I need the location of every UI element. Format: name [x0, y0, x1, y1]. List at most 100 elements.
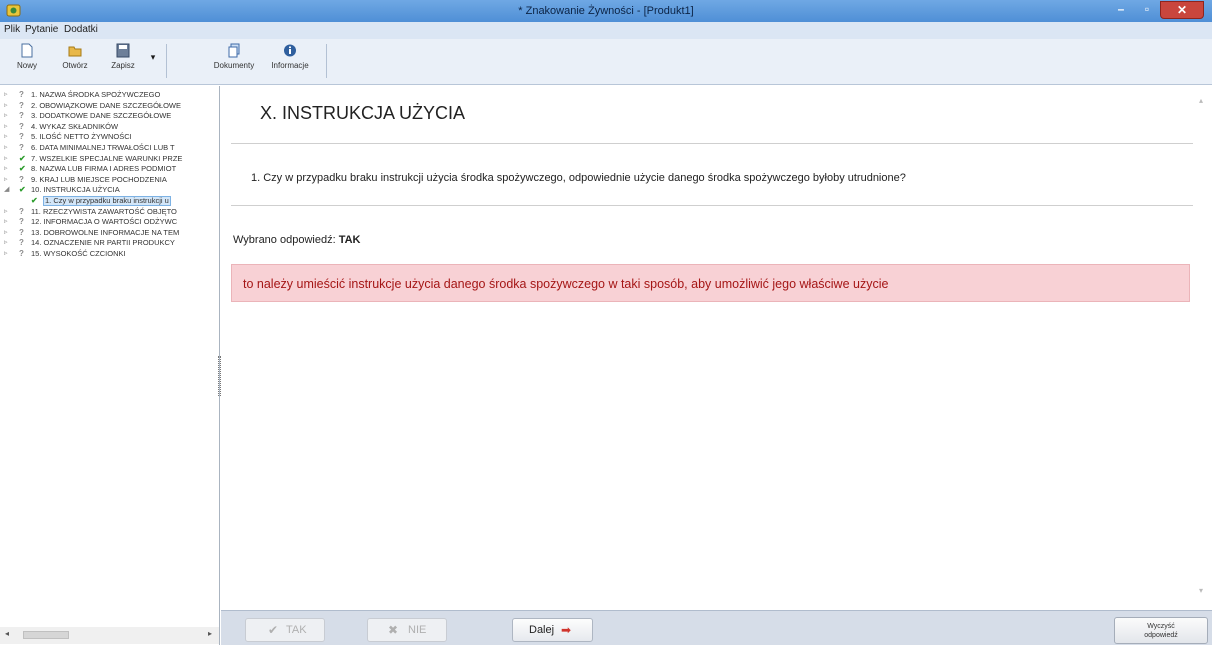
question-mark-icon: ? — [19, 132, 24, 142]
expand-toggle-icon[interactable]: ▹ — [4, 122, 12, 132]
question-text: 1. Czy w przypadku braku instrukcji użyc… — [251, 172, 906, 184]
tree-item-label: 2. OBOWIĄZKOWE DANE SZCZEGÓŁOWE — [31, 100, 182, 110]
tree-item[interactable]: ▹ ✔ 8. NAZWA LUB FIRMA I ADRES PODMIOT — [0, 164, 219, 174]
expand-toggle-icon[interactable]: ▹ — [4, 228, 12, 238]
scroll-up-icon[interactable]: ▴ — [1199, 96, 1203, 105]
tree-item-label: 8. NAZWA LUB FIRMA I ADRES PODMIOT — [31, 164, 177, 174]
question-mark-icon: ? — [19, 206, 24, 216]
documents-button[interactable]: Dokumenty — [206, 43, 262, 79]
menu-pytanie[interactable]: Pytanie — [25, 24, 58, 35]
tree-item[interactable]: ▹? 15. WYSOKOŚĆ CZCIONKI — [0, 249, 219, 259]
open-button[interactable]: Otwórz — [54, 43, 96, 79]
title-bar: * Znakowanie Żywności - [Produkt1] – ▫ ✕ — [0, 0, 1212, 22]
open-folder-icon — [68, 46, 82, 57]
check-icon: ✔ — [31, 196, 38, 205]
close-button[interactable]: ✕ — [1160, 1, 1204, 19]
window-title: * Znakowanie Żywności - [Produkt1] — [518, 5, 694, 17]
expand-toggle-icon[interactable]: ▹ — [4, 164, 12, 174]
tree-item[interactable]: ▹? 9. KRAJ LUB MIEJSCE POCHODZENIA — [0, 174, 219, 185]
content-vertical-scrollbar[interactable]: ▴ ▾ — [1194, 86, 1212, 610]
expand-toggle-icon[interactable]: ▹ — [4, 249, 12, 259]
check-icon: ✔ — [19, 185, 26, 195]
tree-item-label: 5. ILOŚĆ NETTO ŻYWNOŚCI — [31, 132, 132, 142]
question-mark-icon: ? — [19, 100, 24, 110]
tree-item-label: 10. INSTRUKCJA UŻYCIA — [31, 185, 120, 195]
new-button[interactable]: Nowy — [6, 43, 48, 79]
expand-toggle-icon[interactable]: ▹ — [4, 154, 12, 164]
check-icon: ✔ — [19, 164, 26, 174]
scroll-left-icon[interactable]: ◂ — [5, 629, 9, 638]
tree-horizontal-scrollbar[interactable]: ◂ ▸ — [0, 627, 219, 644]
minimize-button[interactable]: – — [1108, 1, 1134, 19]
tree-item[interactable]: ▹? 6. DATA MINIMALNEJ TRWAŁOŚCI LUB T — [0, 143, 219, 153]
tree-item[interactable]: ▹? 12. INFORMACJA O WARTOŚCI ODŻYWC — [0, 217, 219, 227]
question-mark-icon: ? — [19, 111, 24, 121]
tree-item-label: 13. DOBROWOLNE INFORMACJE NA TEM — [31, 227, 180, 237]
maximize-button[interactable]: ▫ — [1134, 1, 1160, 19]
nie-button[interactable]: ✖ NIE — [367, 618, 447, 642]
question-mark-icon: ? — [19, 121, 24, 131]
tree-item-label: 12. INFORMACJA O WARTOŚCI ODŻYWC — [31, 217, 178, 227]
content-pane: X. INSTRUKCJA UŻYCIA 1. Czy w przypadku … — [221, 86, 1212, 610]
scroll-right-icon[interactable]: ▸ — [208, 629, 212, 638]
answer-label: Wybrano odpowiedź: — [233, 234, 339, 246]
arrow-right-icon: ➡ — [561, 623, 572, 637]
new-document-icon — [21, 43, 33, 58]
question-mark-icon: ? — [19, 238, 24, 248]
tree-item-label: 9. KRAJ LUB MIEJSCE POCHODZENIA — [31, 174, 167, 184]
tree-item-label: 3. DODATKOWE DANE SZCZEGÓŁOWE — [31, 111, 172, 121]
menu-dodatki[interactable]: Dodatki — [64, 24, 98, 35]
scrollbar-thumb[interactable] — [23, 631, 69, 639]
expand-toggle-icon[interactable]: ▹ — [4, 111, 12, 121]
question-mark-icon: ? — [19, 249, 24, 258]
save-icon — [116, 43, 130, 58]
tree-item[interactable]: ▹? 2. OBOWIĄZKOWE DANE SZCZEGÓŁOWE — [0, 100, 219, 111]
clear-answer-button[interactable]: Wyczyść odpowiedź — [1114, 617, 1208, 644]
scroll-down-icon[interactable]: ▾ — [1199, 586, 1203, 595]
tree-item[interactable]: ▹? 3. DODATKOWE DANE SZCZEGÓŁOWE — [0, 111, 219, 121]
tree-item-label: 11. RZECZYWISTA ZAWARTOŚĆ OBJĘTO — [31, 206, 177, 216]
menu-plik[interactable]: Plik — [4, 24, 20, 35]
toolbar-separator — [326, 44, 327, 78]
tree-item[interactable]: ▹? 1. NAZWA ŚRODKA SPOŻYWCZEGO — [0, 90, 219, 100]
expand-toggle-icon[interactable]: ◢ — [4, 185, 12, 195]
divider — [231, 205, 1193, 206]
expand-toggle-icon[interactable]: ▹ — [4, 207, 12, 217]
expand-toggle-icon[interactable]: ▹ — [4, 143, 12, 153]
info-button[interactable]: Informacje — [262, 43, 318, 79]
divider — [231, 143, 1193, 144]
tree-item[interactable]: ▹? 13. DOBROWOLNE INFORMACJE NA TEM — [0, 227, 219, 238]
result-banner: to należy umieścić instrukcje użycia dan… — [231, 264, 1190, 302]
cross-icon: ✖ — [388, 623, 399, 637]
expand-toggle-icon[interactable]: ▹ — [4, 175, 12, 185]
tree-item[interactable]: ◢ ✔ 10. INSTRUKCJA UŻYCIA — [0, 185, 219, 195]
tree-item[interactable]: ▹? 5. ILOŚĆ NETTO ŻYWNOŚCI — [0, 132, 219, 142]
question-mark-icon: ? — [19, 143, 24, 152]
info-icon — [284, 44, 296, 57]
tree-item-label: 1. Czy w przypadku braku instrukcji u — [43, 196, 171, 206]
expand-toggle-icon[interactable]: ▹ — [4, 238, 12, 248]
save-button[interactable]: Zapisz — [102, 43, 144, 79]
expand-toggle-icon[interactable]: ▹ — [4, 217, 12, 227]
tak-button[interactable]: ✔ TAK — [245, 618, 325, 642]
check-icon: ✔ — [19, 153, 26, 163]
result-text: to należy umieścić instrukcje użycia dan… — [243, 277, 889, 291]
expand-toggle-icon[interactable]: ▹ — [4, 132, 12, 142]
tree-item[interactable]: ▹? 4. WYKAZ SKŁADNIKÓW — [0, 121, 219, 132]
question-mark-icon: ? — [19, 174, 24, 184]
dalej-button[interactable]: Dalej ➡ — [512, 618, 593, 642]
save-dropdown[interactable]: ▾ — [146, 52, 160, 88]
expand-toggle-icon[interactable]: ▹ — [4, 101, 12, 111]
question-mark-icon: ? — [19, 90, 24, 99]
expand-toggle-icon[interactable]: ▹ — [4, 90, 12, 100]
tree-item-label: 1. NAZWA ŚRODKA SPOŻYWCZEGO — [31, 90, 161, 99]
tree-item-label: 4. WYKAZ SKŁADNIKÓW — [31, 121, 119, 131]
tree-item[interactable]: ▹? 14. OZNACZENIE NR PARTII PRODUKCY — [0, 238, 219, 248]
tree-item[interactable]: ▹ ✔ 7. WSZELKIE SPECJALNE WARUNKI PRZE — [0, 153, 219, 164]
tree-subitem[interactable]: ✔ 1. Czy w przypadku braku instrukcji u — [0, 196, 219, 206]
toolbar-separator — [166, 44, 167, 78]
tree-item-label: 6. DATA MINIMALNEJ TRWAŁOŚCI LUB T — [31, 143, 175, 152]
selected-answer: Wybrano odpowiedź: TAK — [233, 234, 360, 246]
tree-item[interactable]: ▹? 11. RZECZYWISTA ZAWARTOŚĆ OBJĘTO — [0, 206, 219, 217]
bottom-bar: ✔ TAK ✖ NIE Dalej ➡ Wyczyść odpowiedź — [221, 610, 1212, 645]
